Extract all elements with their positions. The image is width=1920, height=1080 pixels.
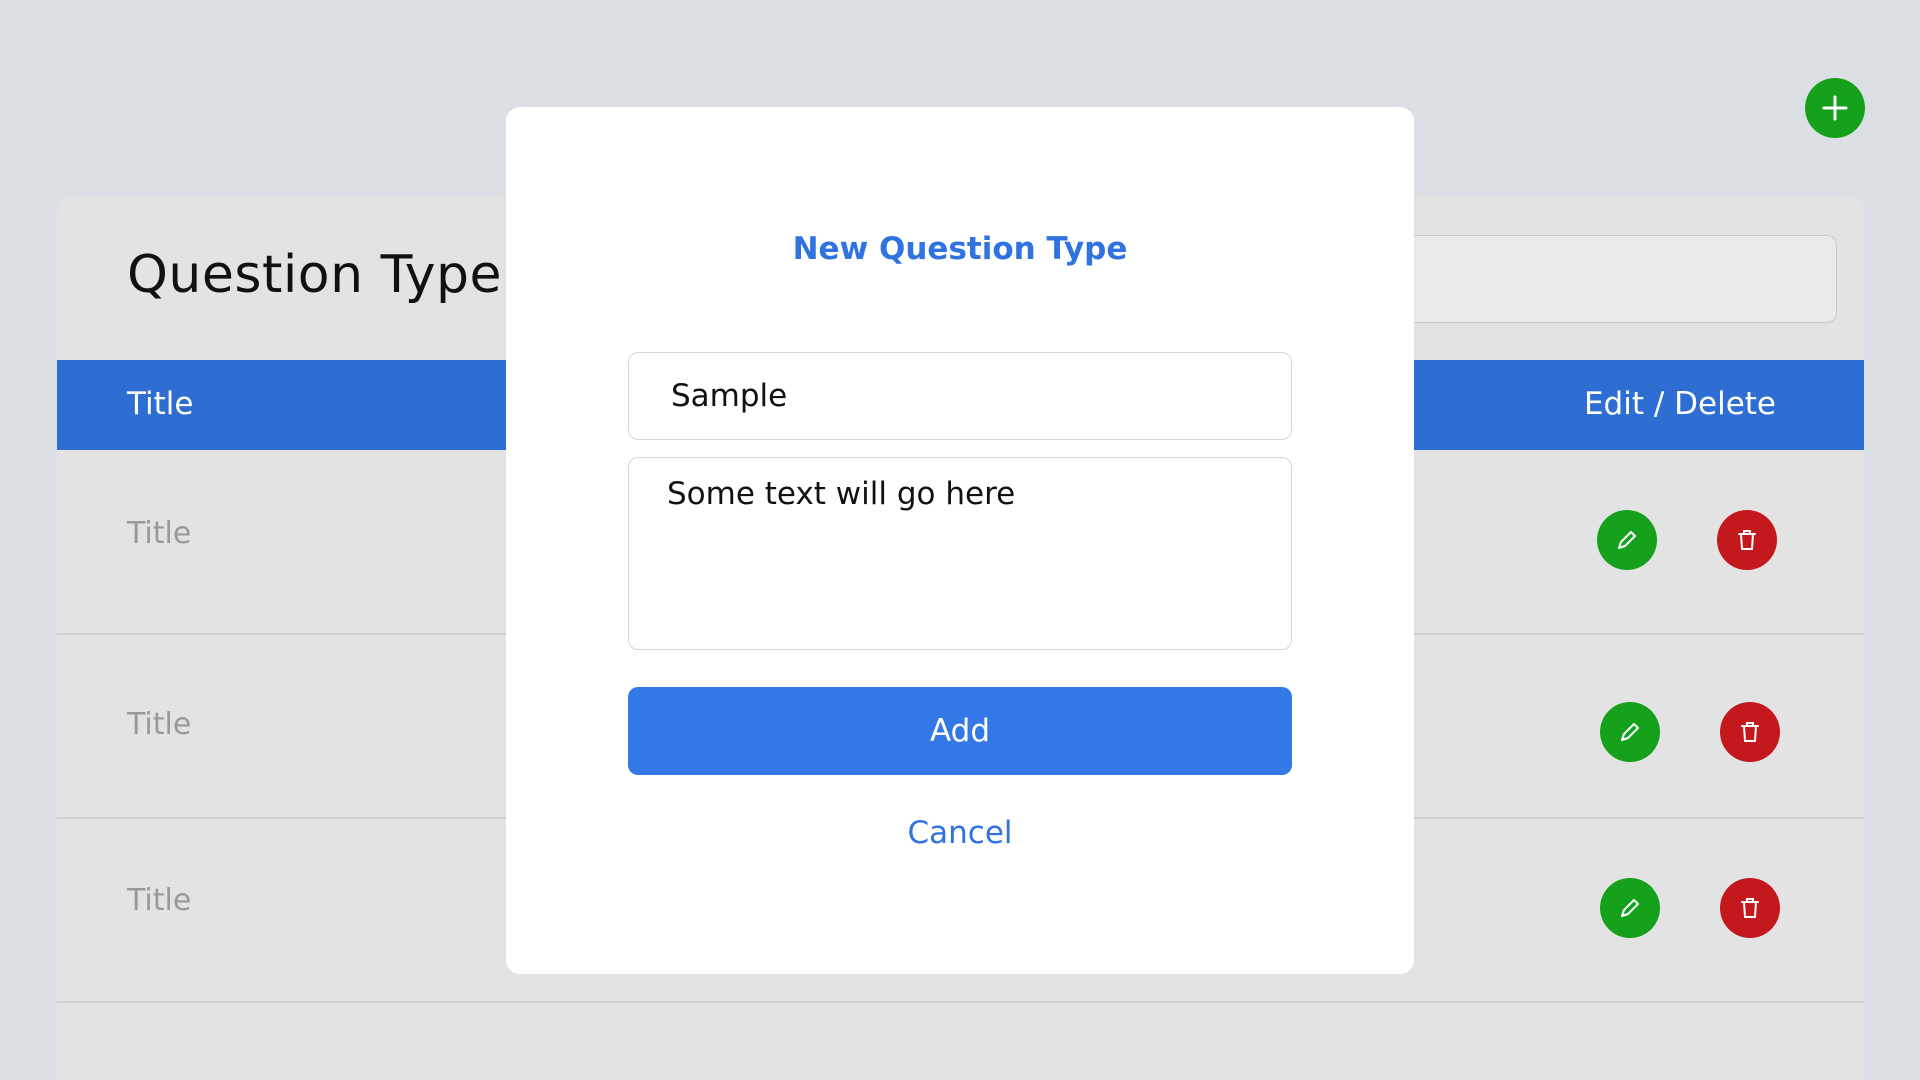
row-title: Title <box>127 883 192 918</box>
delete-button[interactable] <box>1720 702 1780 762</box>
add-question-type-button[interactable] <box>1805 78 1865 138</box>
pencil-icon <box>1621 899 1639 917</box>
edit-button[interactable] <box>1597 510 1657 570</box>
column-header-actions: Edit / Delete <box>1583 386 1776 422</box>
new-question-type-dialog: New Question Type Sample Some text will … <box>506 107 1414 974</box>
column-header-title: Title <box>127 386 194 422</box>
plus-icon <box>1822 95 1848 121</box>
cancel-button[interactable]: Cancel <box>506 815 1414 851</box>
edit-button[interactable] <box>1600 702 1660 762</box>
search-input[interactable] <box>1387 235 1837 323</box>
dialog-title: New Question Type <box>792 231 1128 267</box>
edit-button[interactable] <box>1600 878 1660 938</box>
trash-icon <box>1741 898 1759 918</box>
pencil-icon <box>1621 723 1639 741</box>
page: Question Type Title Edit / Delete Title <box>0 0 1920 1080</box>
row-title: Title <box>127 516 192 551</box>
pencil-icon <box>1618 531 1636 549</box>
delete-button[interactable] <box>1720 878 1780 938</box>
add-button[interactable]: Add <box>628 687 1292 775</box>
delete-button[interactable] <box>1717 510 1777 570</box>
page-title: Question Type <box>127 245 503 305</box>
trash-icon <box>1738 530 1756 550</box>
row-title: Title <box>127 707 192 742</box>
name-input[interactable]: Sample <box>628 352 1292 440</box>
description-textarea[interactable]: Some text will go here <box>628 457 1292 650</box>
trash-icon <box>1741 722 1759 742</box>
